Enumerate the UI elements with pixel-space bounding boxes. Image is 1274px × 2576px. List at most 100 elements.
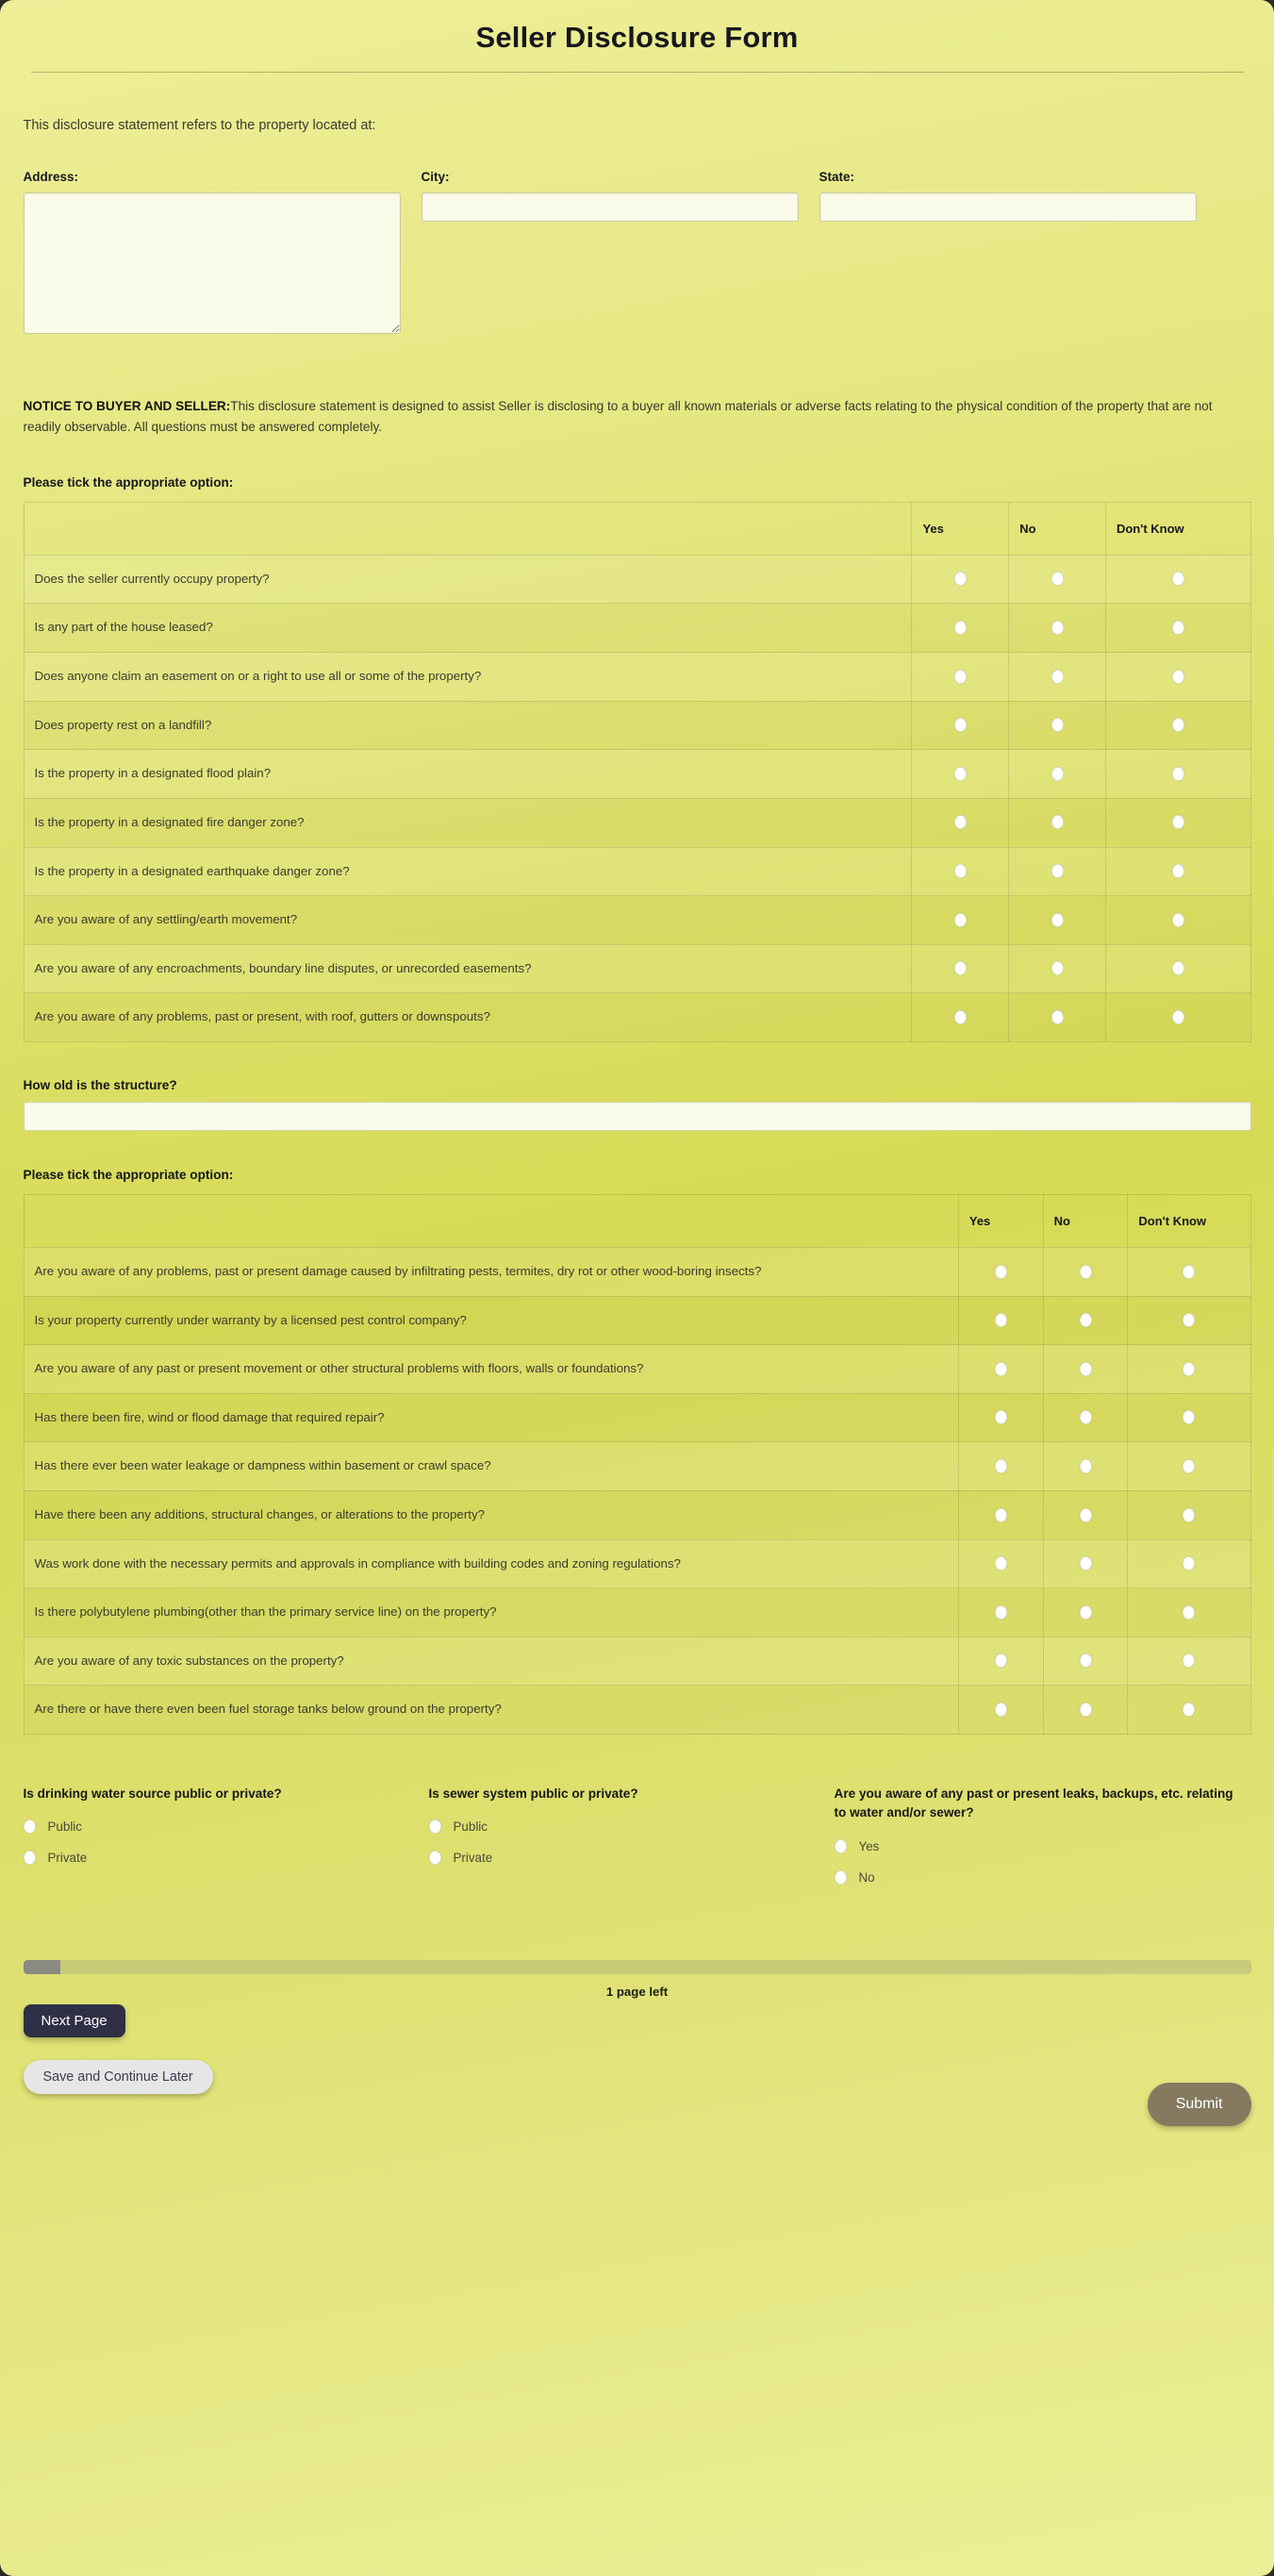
radio-icon[interactable] bbox=[994, 1604, 1007, 1620]
radio-cell-dont-know[interactable] bbox=[1104, 992, 1251, 1042]
radio-icon[interactable] bbox=[1171, 766, 1184, 781]
radio-option-private[interactable]: Private bbox=[428, 1851, 835, 1866]
radio-cell-no[interactable] bbox=[1008, 652, 1106, 702]
radio-cell-dont-know[interactable] bbox=[1104, 749, 1251, 799]
radio-cell-dont-know[interactable] bbox=[1127, 1441, 1251, 1491]
radio-cell-yes[interactable] bbox=[957, 1246, 1044, 1297]
radio-cell-dont-know[interactable] bbox=[1127, 1489, 1251, 1540]
radio-option-yes[interactable]: Yes bbox=[834, 1838, 1240, 1853]
radio-icon[interactable] bbox=[1079, 1556, 1092, 1571]
radio-icon[interactable] bbox=[1051, 912, 1064, 927]
radio-icon[interactable] bbox=[1079, 1604, 1092, 1620]
radio-cell-dont-know[interactable] bbox=[1127, 1587, 1251, 1637]
radio-icon[interactable] bbox=[1183, 1654, 1196, 1669]
radio-icon[interactable] bbox=[1079, 1361, 1092, 1376]
radio-cell-yes[interactable] bbox=[957, 1685, 1044, 1736]
structure-age-input[interactable] bbox=[23, 1101, 1251, 1131]
radio-cell-dont-know[interactable] bbox=[1104, 603, 1251, 654]
radio-icon[interactable] bbox=[1171, 864, 1184, 879]
radio-icon[interactable] bbox=[1171, 718, 1184, 733]
radio-cell-yes[interactable] bbox=[957, 1489, 1044, 1540]
radio-icon[interactable] bbox=[1051, 669, 1064, 684]
radio-cell-yes[interactable] bbox=[911, 603, 1010, 654]
radio-icon[interactable] bbox=[1183, 1361, 1196, 1376]
radio-icon[interactable] bbox=[1051, 1009, 1064, 1024]
radio-cell-no[interactable] bbox=[1008, 749, 1106, 799]
radio-icon[interactable] bbox=[1183, 1458, 1196, 1473]
radio-cell-yes[interactable] bbox=[911, 992, 1010, 1042]
radio-icon[interactable] bbox=[1051, 621, 1064, 636]
radio-cell-yes[interactable] bbox=[911, 943, 1010, 994]
radio-cell-yes[interactable] bbox=[911, 554, 1010, 605]
progress-bar[interactable] bbox=[23, 1959, 1251, 1974]
next-page-button[interactable]: Next Page bbox=[23, 2003, 125, 2037]
radio-icon[interactable] bbox=[994, 1410, 1007, 1425]
radio-cell-dont-know[interactable] bbox=[1104, 797, 1251, 848]
radio-icon[interactable] bbox=[1079, 1313, 1092, 1328]
radio-cell-yes[interactable] bbox=[957, 1538, 1044, 1589]
radio-icon[interactable] bbox=[1171, 1009, 1184, 1024]
radio-icon[interactable] bbox=[1183, 1410, 1196, 1425]
radio-icon[interactable] bbox=[834, 1870, 847, 1885]
radio-cell-no[interactable] bbox=[1008, 603, 1106, 654]
radio-icon[interactable] bbox=[1079, 1458, 1092, 1473]
radio-cell-no[interactable] bbox=[1008, 700, 1106, 751]
radio-icon[interactable] bbox=[1051, 961, 1064, 976]
radio-cell-yes[interactable] bbox=[957, 1587, 1044, 1637]
radio-cell-no[interactable] bbox=[1042, 1246, 1129, 1297]
radio-icon[interactable] bbox=[953, 669, 967, 684]
submit-button[interactable]: Submit bbox=[1147, 2082, 1251, 2126]
radio-cell-no[interactable] bbox=[1008, 895, 1106, 945]
radio-cell-no[interactable] bbox=[1008, 846, 1106, 897]
radio-cell-dont-know[interactable] bbox=[1127, 1344, 1251, 1394]
radio-icon[interactable] bbox=[1183, 1313, 1196, 1328]
radio-cell-no[interactable] bbox=[1042, 1392, 1129, 1443]
radio-cell-no[interactable] bbox=[1008, 943, 1106, 994]
radio-cell-no[interactable] bbox=[1042, 1344, 1129, 1394]
radio-icon[interactable] bbox=[1183, 1556, 1196, 1571]
radio-icon[interactable] bbox=[953, 912, 967, 927]
radio-icon[interactable] bbox=[994, 1361, 1007, 1376]
radio-icon[interactable] bbox=[1171, 621, 1184, 636]
radio-icon[interactable] bbox=[1051, 864, 1064, 879]
radio-option-no[interactable]: No bbox=[834, 1870, 1240, 1885]
address-input[interactable] bbox=[23, 192, 401, 334]
radio-icon[interactable] bbox=[1079, 1702, 1092, 1717]
radio-icon[interactable] bbox=[1051, 572, 1064, 587]
radio-cell-no[interactable] bbox=[1042, 1636, 1129, 1687]
radio-cell-dont-know[interactable] bbox=[1104, 895, 1251, 945]
radio-icon[interactable] bbox=[1183, 1507, 1196, 1522]
radio-cell-yes[interactable] bbox=[911, 700, 1010, 751]
radio-cell-yes[interactable] bbox=[957, 1636, 1044, 1687]
radio-cell-no[interactable] bbox=[1008, 554, 1106, 605]
radio-cell-dont-know[interactable] bbox=[1104, 846, 1251, 897]
radio-icon[interactable] bbox=[1171, 572, 1184, 587]
radio-icon[interactable] bbox=[953, 815, 967, 830]
radio-icon[interactable] bbox=[1183, 1604, 1196, 1620]
radio-cell-no[interactable] bbox=[1042, 1295, 1129, 1346]
radio-icon[interactable] bbox=[994, 1702, 1007, 1717]
radio-cell-dont-know[interactable] bbox=[1127, 1636, 1251, 1687]
radio-icon[interactable] bbox=[994, 1264, 1007, 1279]
radio-icon[interactable] bbox=[1171, 961, 1184, 976]
radio-icon[interactable] bbox=[994, 1458, 1007, 1473]
radio-icon[interactable] bbox=[834, 1838, 847, 1853]
radio-cell-no[interactable] bbox=[1042, 1538, 1129, 1589]
radio-icon[interactable] bbox=[1079, 1654, 1092, 1669]
radio-icon[interactable] bbox=[23, 1820, 36, 1835]
radio-cell-no[interactable] bbox=[1042, 1441, 1129, 1491]
state-input[interactable] bbox=[819, 192, 1197, 222]
radio-icon[interactable] bbox=[1051, 815, 1064, 830]
radio-icon[interactable] bbox=[1171, 669, 1184, 684]
radio-cell-yes[interactable] bbox=[911, 797, 1010, 848]
radio-icon[interactable] bbox=[953, 621, 967, 636]
radio-cell-no[interactable] bbox=[1042, 1587, 1129, 1637]
radio-icon[interactable] bbox=[428, 1820, 441, 1835]
radio-icon[interactable] bbox=[953, 864, 967, 879]
radio-icon[interactable] bbox=[1171, 815, 1184, 830]
radio-icon[interactable] bbox=[953, 961, 967, 976]
radio-icon[interactable] bbox=[953, 1009, 967, 1024]
radio-cell-yes[interactable] bbox=[957, 1392, 1044, 1443]
radio-icon[interactable] bbox=[994, 1556, 1007, 1571]
radio-icon[interactable] bbox=[23, 1851, 36, 1866]
